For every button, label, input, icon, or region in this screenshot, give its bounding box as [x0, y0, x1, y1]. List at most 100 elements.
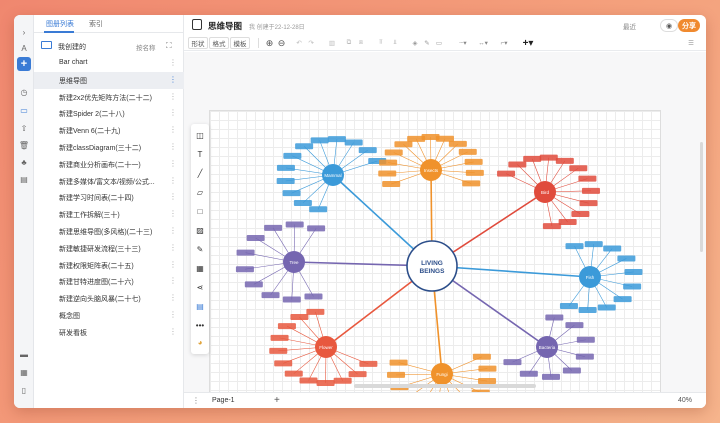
- leaf-node[interactable]: [344, 139, 363, 146]
- central-label[interactable]: LIVING: [421, 260, 443, 267]
- tab-index[interactable]: 索引: [89, 19, 103, 29]
- folder-icon[interactable]: ▭: [17, 103, 31, 117]
- sort-dropdown[interactable]: 按名称: [136, 42, 156, 52]
- more-icon[interactable]: ⋮: [169, 92, 177, 101]
- more-icon[interactable]: ⋮: [169, 75, 177, 84]
- branch-label[interactable]: Tree: [289, 260, 299, 265]
- expand-icon[interactable]: ⛶: [166, 41, 175, 50]
- leaf-node[interactable]: [578, 175, 597, 182]
- leaf-node[interactable]: [276, 177, 295, 184]
- connector-icon[interactable]: ⌐▾: [496, 37, 512, 49]
- more-icon[interactable]: ⋮: [169, 125, 177, 134]
- list-item[interactable]: 新建工作拆解(三十) ⋮: [34, 206, 184, 223]
- branch-label[interactable]: Bacteria: [539, 345, 556, 350]
- list-item[interactable]: 新建甘特进度图(二十六) ⋮: [34, 273, 184, 290]
- list-menu-icon[interactable]: ☰: [686, 37, 696, 49]
- more-icon[interactable]: ⋮: [169, 108, 177, 117]
- align-icon[interactable]: ⫪: [376, 37, 386, 49]
- leaf-node[interactable]: [293, 200, 312, 207]
- leaf-node[interactable]: [306, 308, 325, 315]
- tab-library[interactable]: 图册列表: [46, 19, 74, 29]
- leaf-node[interactable]: [575, 353, 594, 360]
- undo-icon[interactable]: ↶: [294, 37, 304, 49]
- trash-icon[interactable]: 🗑: [17, 138, 31, 152]
- share-button[interactable]: 分享: [678, 19, 700, 32]
- leaf-node[interactable]: [458, 148, 477, 155]
- file-icon[interactable]: ▯: [17, 383, 31, 397]
- leaf-node[interactable]: [261, 292, 280, 299]
- arrow-style-icon[interactable]: ↔▾: [474, 37, 492, 49]
- list-item[interactable]: Bar chart ⋮: [34, 55, 184, 72]
- leaf-node[interactable]: [545, 314, 564, 321]
- more-icon[interactable]: ⋮: [169, 142, 177, 151]
- shape-tool-icon[interactable]: ◫: [194, 129, 206, 141]
- more-icon[interactable]: ⋮: [169, 159, 177, 168]
- image-tool-icon[interactable]: ▨: [194, 224, 206, 236]
- branch-label[interactable]: Bird: [541, 190, 549, 195]
- leaf-node[interactable]: [465, 169, 484, 176]
- leaf-node[interactable]: [274, 360, 293, 367]
- grid-tool-icon[interactable]: ▤: [194, 300, 206, 312]
- list-item[interactable]: 新建思维导图(多风格)(二十三) ⋮: [34, 223, 184, 240]
- more-icon[interactable]: ⋮: [169, 260, 177, 269]
- leaf-node[interactable]: [276, 164, 295, 171]
- sticky-note-icon[interactable]: ▱: [194, 186, 206, 198]
- leaf-node[interactable]: [307, 225, 326, 232]
- page-tab[interactable]: Page-1: [212, 397, 235, 404]
- leaf-node[interactable]: [435, 135, 454, 142]
- leaf-node[interactable]: [282, 190, 301, 197]
- list-item[interactable]: 新建多媒体/富文本/视频/公式... ⋮: [34, 173, 184, 190]
- more-icon[interactable]: ⋮: [169, 58, 177, 67]
- horizontal-scrollbar[interactable]: [354, 384, 536, 388]
- leaf-node[interactable]: [389, 359, 408, 366]
- leaf-node[interactable]: [584, 241, 603, 248]
- distribute-icon[interactable]: ⫫: [390, 37, 400, 49]
- clipboard-icon[interactable]: ▤: [17, 172, 31, 186]
- leaf-node[interactable]: [282, 296, 301, 303]
- add-icon[interactable]: +: [17, 57, 31, 71]
- list-item[interactable]: 研发看板 ⋮: [34, 324, 184, 341]
- leaf-node[interactable]: [387, 371, 406, 378]
- delete-icon[interactable]: ▥: [327, 37, 337, 49]
- list-item[interactable]: 新建classDiagram(三十二) ⋮: [34, 139, 184, 156]
- add-page-icon[interactable]: +: [274, 395, 280, 406]
- more-icon[interactable]: ⋮: [169, 243, 177, 252]
- leaf-node[interactable]: [269, 347, 288, 354]
- list-item[interactable]: 新建敏捷研发流程(三十三) ⋮: [34, 240, 184, 257]
- shape-button[interactable]: 形状: [188, 37, 208, 49]
- leaf-node[interactable]: [309, 206, 328, 213]
- ungroup-icon[interactable]: ⧈: [356, 37, 366, 49]
- leaf-node[interactable]: [472, 353, 491, 360]
- leaf-node[interactable]: [523, 155, 542, 162]
- list-item[interactable]: 新建权限矩阵表(二十五) ⋮: [34, 257, 184, 274]
- team-icon[interactable]: ♣: [17, 155, 31, 169]
- leaf-node[interactable]: [579, 200, 598, 207]
- list-item[interactable]: 新建Spider 2(二十八) ⋮: [34, 105, 184, 122]
- leaf-node[interactable]: [571, 211, 590, 218]
- leaf-node[interactable]: [503, 359, 522, 366]
- list-item[interactable]: 概念图 ⋮: [34, 307, 184, 324]
- leaf-node[interactable]: [576, 336, 595, 343]
- map-icon[interactable]: ▦: [17, 365, 31, 379]
- leaf-node[interactable]: [569, 165, 588, 172]
- list-item[interactable]: 新建学习时间表(二十四) ⋮: [34, 189, 184, 206]
- preview-icon[interactable]: ◉: [660, 19, 678, 32]
- leaf-node[interactable]: [244, 281, 263, 288]
- folder-row[interactable]: 我创建的 按名称 ⛶: [34, 39, 184, 53]
- leaf-node[interactable]: [310, 137, 329, 144]
- leaf-node[interactable]: [327, 136, 346, 143]
- leaf-node[interactable]: [333, 377, 352, 384]
- pages-menu-icon[interactable]: ⋮: [192, 396, 200, 405]
- layout-icon[interactable]: ▬: [17, 347, 31, 361]
- central-label[interactable]: BEINGS: [420, 268, 446, 275]
- more-icon[interactable]: ⋮: [169, 209, 177, 218]
- leaf-node[interactable]: [519, 370, 538, 377]
- leaf-node[interactable]: [508, 161, 527, 168]
- vertical-scrollbar[interactable]: [700, 142, 703, 252]
- canvas-area[interactable]: Mammal Insects Bird Tree Fish Flower Fungi Bact…: [184, 52, 706, 392]
- line-style-icon[interactable]: ┄▾: [454, 37, 472, 49]
- leaf-node[interactable]: [597, 304, 616, 311]
- leaf-node[interactable]: [578, 306, 597, 313]
- group-icon[interactable]: ⧉: [344, 37, 354, 49]
- more-icon[interactable]: ⋮: [169, 293, 177, 302]
